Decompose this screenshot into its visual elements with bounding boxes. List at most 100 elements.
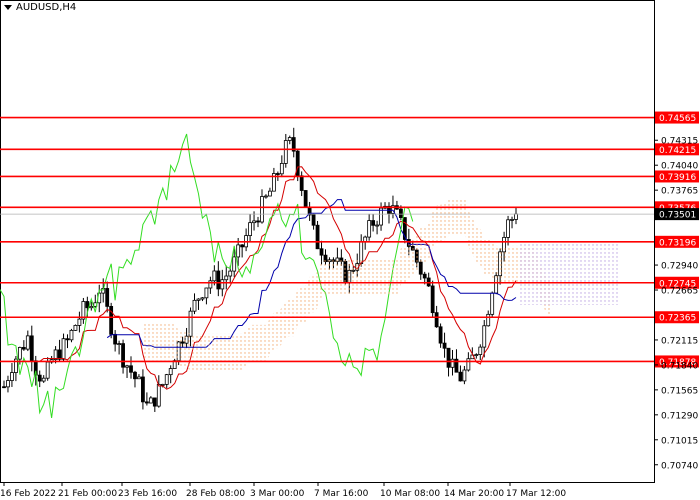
candle-body [299,175,304,191]
candle-body [141,376,145,403]
candle-body [204,287,209,299]
candle-body [228,270,233,277]
candle-body [260,196,264,223]
candle-body [478,346,483,355]
candle-body [283,140,288,164]
candle-body [252,220,256,224]
candle-body [295,150,300,177]
candle-body [315,224,320,250]
level-tag-label: 0.74215 [659,146,696,156]
candle-body [510,219,514,221]
candle-body [398,208,403,218]
candle-body [490,292,495,315]
candle-body [319,248,324,256]
candle-body [240,244,245,248]
y-tick-label: 0.72665 [661,287,698,297]
candle-body [77,318,82,326]
ichimoku-cloud [143,198,553,370]
price-chart[interactable]: 0.745650.742150.739160.735760.731960.727… [0,0,700,500]
candle-body [61,338,66,360]
candle-body [279,163,284,175]
candle-body [430,285,435,314]
candle-body [446,347,451,368]
candle-body [85,301,90,309]
candle-body [474,354,479,356]
candle-body [450,358,455,368]
level-tag-label: 0.74565 [659,114,696,124]
candle-body [367,220,372,238]
y-tick-label: 0.74315 [661,137,698,147]
candle-body [133,371,137,380]
candle-body [160,383,165,386]
candle-body [200,297,205,300]
candle-body [21,347,26,350]
candle-body [303,190,308,208]
level-tag-label: 0.72365 [659,314,696,324]
candle-body [148,397,153,404]
candle-body [89,305,94,309]
candle-body [462,369,467,382]
x-tick-label: 3 Mar 00:00 [250,489,305,499]
candle-body [311,214,316,226]
x-tick-label: 14 Mar 20:00 [444,489,504,499]
level-tag-label: 0.73196 [659,238,696,248]
candle-body [10,372,14,381]
level-tag-label: 0.73916 [659,173,696,183]
candle-body [152,397,157,407]
candle-body [73,325,78,331]
candle-body [125,365,129,368]
chevron-down-icon[interactable] [4,5,12,10]
candle-body [69,329,74,341]
candle-body [216,270,221,290]
y-tick-label: 0.70740 [661,461,698,471]
candle-body [41,377,46,382]
symbol-label: AUDUSD,H4 [16,2,77,13]
candle-body [129,365,133,373]
y-tick-label: 0.73765 [661,187,698,197]
candle-body [375,224,379,227]
candle-body [466,358,471,371]
candle-body [57,349,62,360]
candle-body [144,401,149,404]
ichimoku-cloud-future [520,241,620,305]
candle-body [17,347,22,360]
y-tick-label: 0.71840 [661,361,698,371]
y-tick-label: 0.72940 [661,262,698,272]
x-tick-label: 28 Feb 08:00 [186,489,245,499]
candle-body [121,343,125,368]
y-tick-label: 0.71015 [661,436,698,446]
candle-body [287,137,292,141]
y-tick-label: 0.71565 [661,386,698,396]
candle-body [224,275,229,281]
x-tick-label: 21 Feb 00:00 [58,489,117,499]
candle-body [275,173,280,175]
symbol-selector[interactable]: AUDUSD,H4 [4,2,76,13]
candle-body [117,343,122,346]
candle-body [25,335,30,350]
current-price-label: 0.73501 [659,211,696,221]
candle-body [65,338,70,341]
candle-body [442,342,447,349]
candle-body [486,313,491,327]
candle-body [264,195,268,198]
candle-body [248,222,252,236]
candle-body [232,256,237,272]
candle-body [268,190,272,197]
candle-body [256,220,260,223]
candle-body [192,299,197,312]
candle-body [482,325,487,348]
candle-body [2,386,6,389]
candle-body [458,371,463,382]
x-tick-label: 7 Mar 16:00 [314,489,369,499]
candle-body [212,270,217,282]
candle-body [6,380,10,388]
x-tick-label: 10 Mar 08:00 [380,489,440,499]
candle-body [137,376,141,380]
candle-body [156,384,161,407]
candle-body [422,273,427,279]
candle-body [37,374,42,382]
chart-window[interactable]: 0.745650.742150.739160.735760.731960.727… [0,0,700,500]
candle-body [45,361,50,379]
candle-body [438,326,443,344]
candle-body [208,280,213,289]
